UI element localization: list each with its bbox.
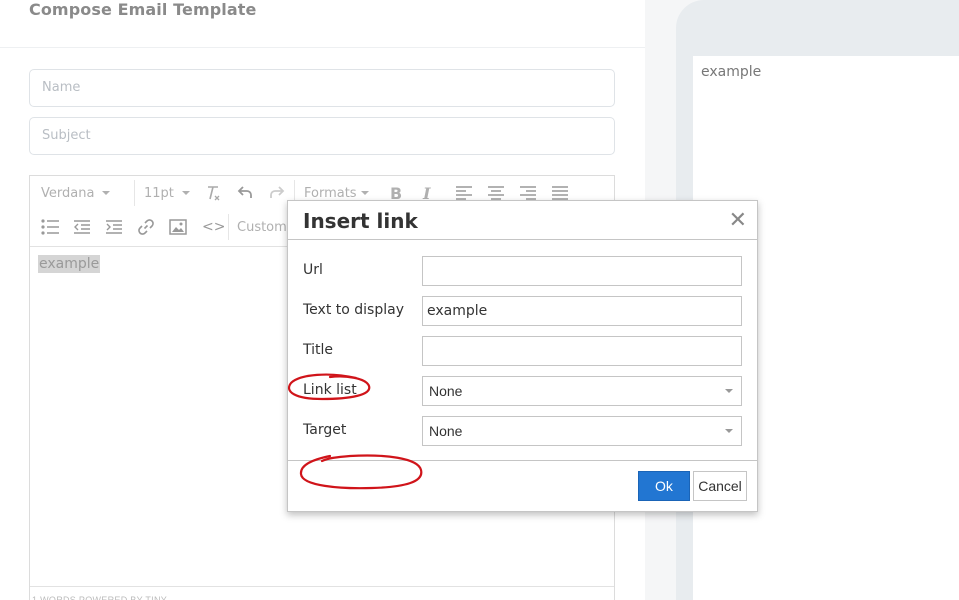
dialog-footer: Ok Cancel (288, 460, 757, 511)
insert-link-button[interactable] (137, 210, 155, 244)
preview-content: example (701, 64, 762, 80)
formats-label: Formats (304, 185, 357, 201)
insert-image-button[interactable] (169, 210, 187, 244)
bullet-list-button[interactable] (41, 210, 59, 244)
font-size-select[interactable]: 11pt (144, 176, 190, 210)
indent-button[interactable] (105, 210, 123, 244)
align-left-icon (456, 186, 472, 200)
subject-input[interactable]: Subject (29, 117, 615, 155)
chevron-down-icon (360, 191, 369, 195)
bullet-list-icon (41, 219, 59, 235)
link-list-value: None (429, 383, 463, 399)
image-icon (169, 219, 187, 235)
font-family-label: Verdana (41, 185, 95, 201)
chevron-down-icon (181, 191, 190, 195)
text-to-display-label: Text to display (303, 302, 404, 318)
chevron-down-icon (725, 429, 733, 433)
clear-formatting-button[interactable] (204, 176, 222, 210)
toolbar-divider (134, 180, 135, 206)
title-divider (0, 47, 645, 48)
font-size-label: 11pt (144, 185, 174, 201)
code-icon: <> (202, 219, 226, 235)
custom-label: Custom (237, 219, 287, 235)
outdent-icon (74, 220, 90, 234)
link-list-select[interactable]: None (422, 376, 742, 406)
align-center-icon (488, 186, 504, 200)
target-label: Target (303, 422, 347, 438)
redo-button[interactable] (268, 176, 286, 210)
dialog-title: Insert link (303, 209, 418, 233)
close-icon[interactable]: ✕ (729, 209, 747, 231)
source-code-button[interactable]: <> (202, 210, 225, 244)
name-input[interactable]: Name (29, 69, 615, 107)
undo-icon (237, 186, 252, 198)
custom-menu[interactable]: Custom (237, 210, 287, 244)
text-to-display-input[interactable]: example (422, 296, 742, 326)
align-right-icon (520, 186, 536, 200)
title-label: Title (303, 342, 334, 358)
ok-button[interactable]: Ok (638, 471, 690, 501)
page-title: Compose Email Template (29, 0, 257, 19)
link-list-label: Link list (303, 382, 357, 398)
url-input[interactable] (422, 256, 742, 286)
title-input[interactable] (422, 336, 742, 366)
editor-statusbar: 1 WORDS POWERED BY TINY (30, 586, 614, 600)
undo-button[interactable] (236, 176, 254, 210)
target-select[interactable]: None (422, 416, 742, 446)
align-justify-icon (552, 186, 568, 200)
redo-icon (270, 186, 285, 198)
font-family-select[interactable]: Verdana (41, 176, 111, 210)
toolbar-divider (228, 214, 229, 240)
editor-selected-text[interactable]: example (38, 255, 101, 273)
chevron-down-icon (102, 191, 111, 195)
indent-icon (106, 220, 122, 234)
outdent-button[interactable] (73, 210, 91, 244)
target-value: None (429, 423, 463, 439)
link-icon (138, 219, 154, 235)
insert-link-dialog: Insert link ✕ Url Text to display exampl… (287, 200, 758, 512)
url-label: Url (303, 262, 323, 278)
chevron-down-icon (725, 389, 733, 393)
dialog-header: Insert link ✕ (288, 201, 757, 240)
cancel-button[interactable]: Cancel (693, 471, 747, 501)
clear-formatting-icon (208, 186, 220, 201)
